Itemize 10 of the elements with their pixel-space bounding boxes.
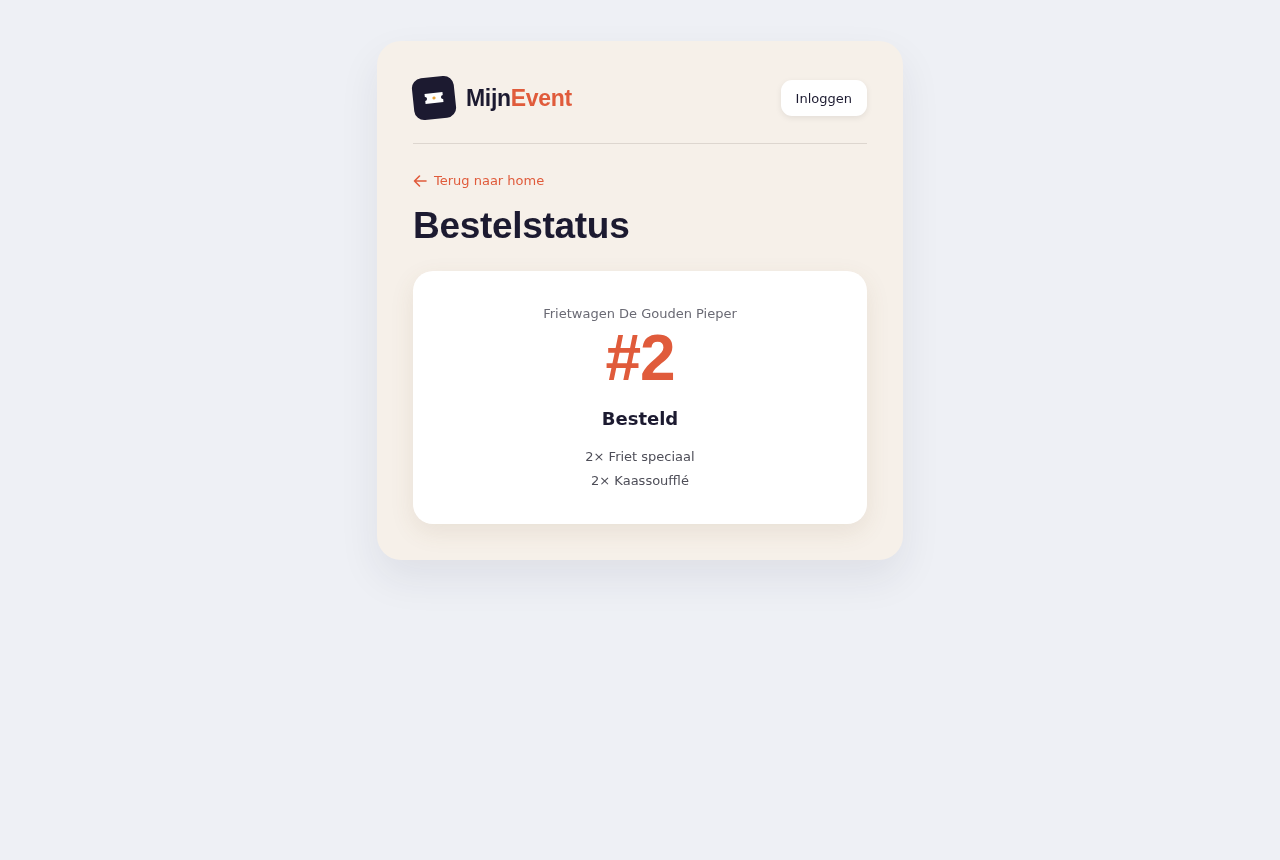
order-status: Besteld <box>601 406 679 431</box>
order-item: 2× Friet speciaal <box>585 447 695 466</box>
order-item: 2× Kaassoufflé <box>591 471 689 490</box>
brand-name: MijnEvent <box>466 84 572 112</box>
back-arrow-icon <box>413 173 427 188</box>
page-title: Bestelstatus <box>413 203 631 248</box>
login-button[interactable]: Inloggen <box>780 80 867 116</box>
ticket-logo-icon <box>411 75 457 121</box>
order-number: #2 <box>605 324 675 391</box>
vendor-name: Frietwagen De Gouden Pieper <box>543 304 737 323</box>
